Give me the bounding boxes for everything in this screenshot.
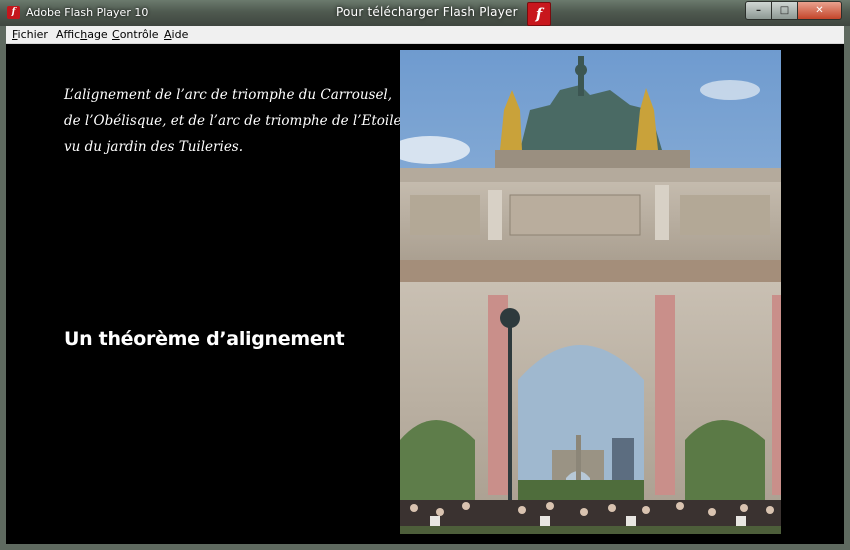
menu-label-part: ide <box>171 28 189 41</box>
photo-caption: L’alignement de l’arc de triomphe du Car… <box>64 82 402 160</box>
menu-affichage[interactable]: Affichage <box>56 28 108 41</box>
menu-label-part: ichier <box>17 28 48 41</box>
minimize-button[interactable]: – <box>745 1 772 20</box>
window-frame-bottom <box>0 544 850 550</box>
flash-player-icon[interactable]: f <box>7 6 20 19</box>
caption-line: de l’Obélisque, et de l’arc de triomphe … <box>64 113 402 129</box>
menu-label-part: Affic <box>56 28 81 41</box>
menu-bar: Fichier Affichage Contrôle Aide <box>6 26 844 44</box>
menu-aide[interactable]: Aide <box>164 28 188 41</box>
maximize-button[interactable]: □ <box>772 1 798 20</box>
download-flash-title: Pour télécharger Flash Player <box>336 5 518 19</box>
caption-line: L’alignement de l’arc de triomphe du Car… <box>64 87 393 103</box>
arc-photo <box>400 50 781 534</box>
close-button[interactable]: ✕ <box>798 1 842 20</box>
caption-line: vu du jardin des Tuileries. <box>64 139 244 155</box>
menu-label-part: age <box>87 28 108 41</box>
window-controls: – □ ✕ <box>745 1 842 20</box>
flash-logo-icon: f <box>527 2 551 26</box>
title-bar[interactable]: f Adobe Flash Player 10 Pour télécharger… <box>0 0 850 26</box>
window-title: Adobe Flash Player 10 <box>26 6 149 19</box>
menu-accelerator: C <box>112 28 120 41</box>
flash-stage[interactable]: L’alignement de l’arc de triomphe du Car… <box>6 44 844 544</box>
slide-heading: Un théorème d’alignement <box>64 328 345 350</box>
menu-label-part: ontrôle <box>119 28 159 41</box>
menu-accelerator: A <box>164 28 172 41</box>
flash-player-window: f Adobe Flash Player 10 Pour télécharger… <box>0 0 850 550</box>
arc-de-triomphe-illustration <box>400 50 781 534</box>
menu-fichier[interactable]: Fichier <box>12 28 48 41</box>
menu-controle[interactable]: Contrôle <box>112 28 159 41</box>
window-frame-right <box>844 26 850 550</box>
